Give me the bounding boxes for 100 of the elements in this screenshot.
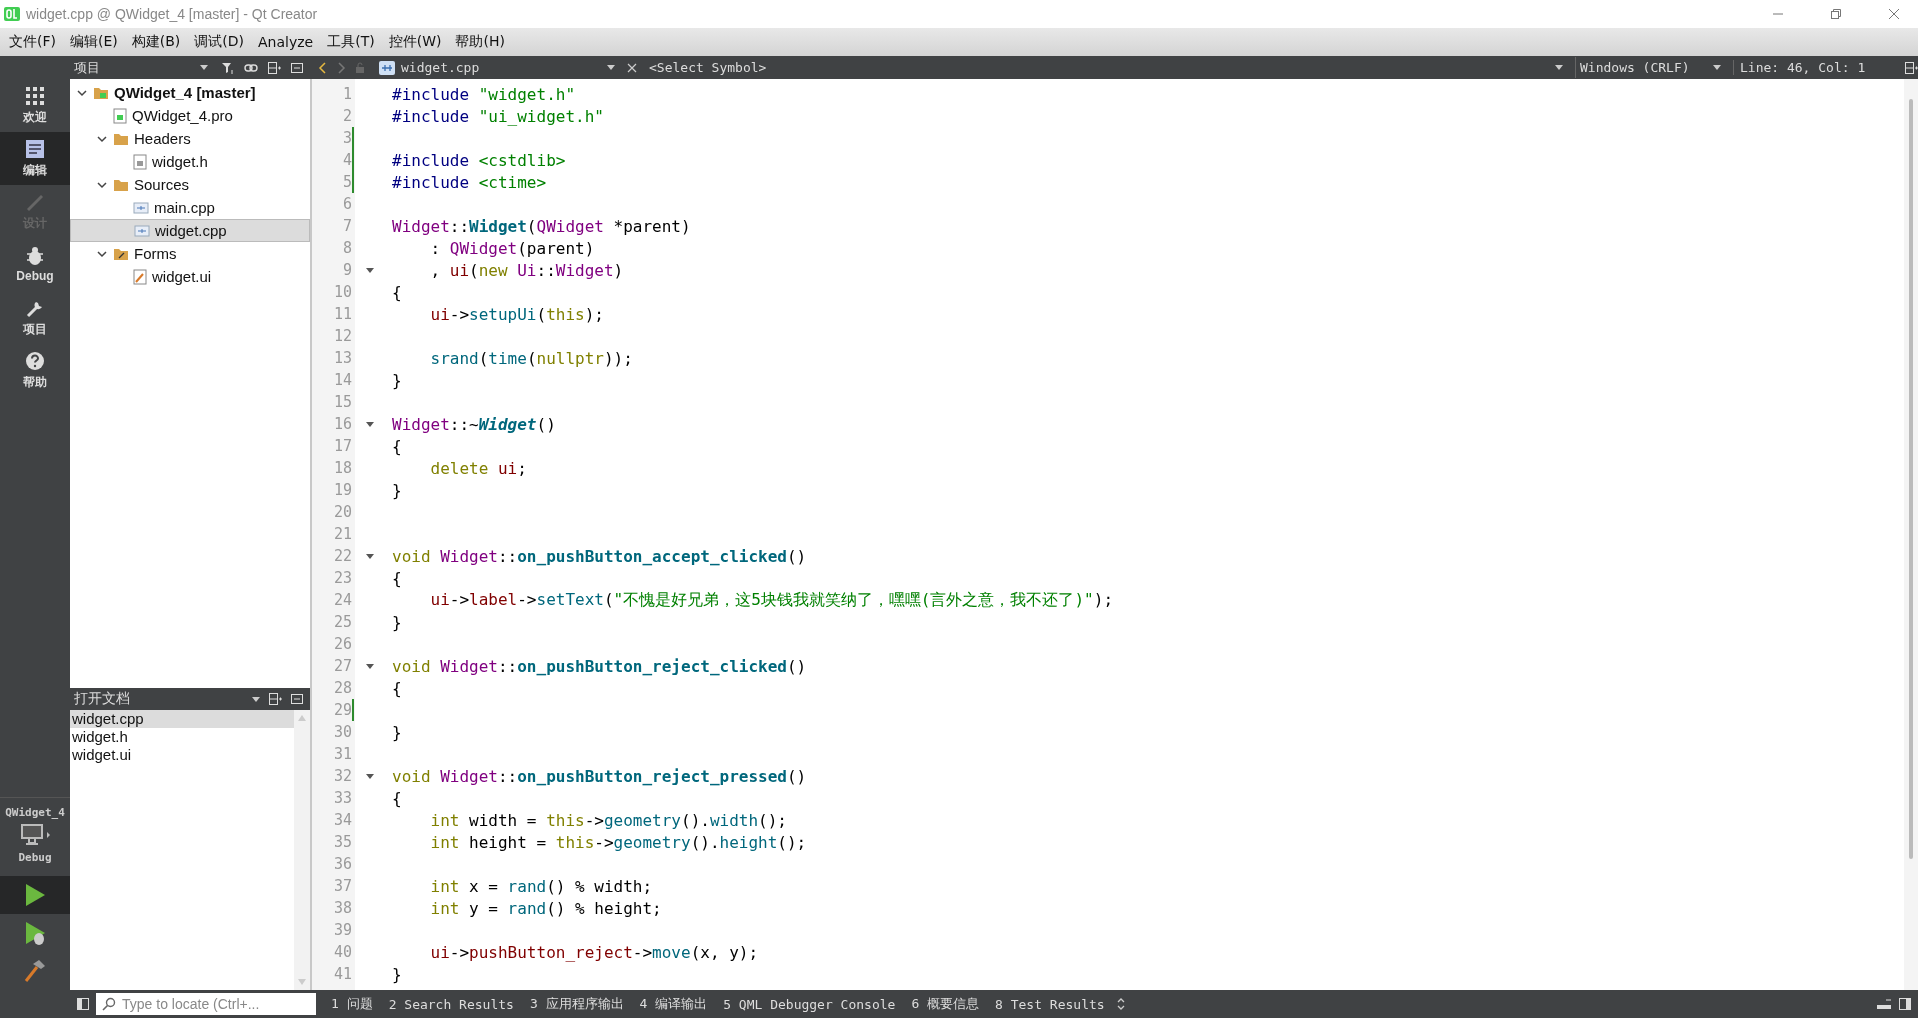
tree-item[interactable]: QWidget_4.pro [70,104,310,127]
document-item[interactable]: widget.cpp [70,710,294,728]
code-line: int height = this->geometry().height(); [429,832,807,852]
line-number: 41 [332,964,352,985]
line-number: 6 [341,194,352,215]
line-ending-selector[interactable]: Windows (CRLF) [1575,57,1725,78]
menu-item[interactable]: 调试(D) [187,31,251,53]
tree-item[interactable]: Headers [70,127,310,150]
output-pane-button[interactable]: 4 编译输出 [634,995,713,1013]
line-number: 8 [341,238,352,259]
symbol-selector[interactable]: <Select Symbol> [645,57,1567,78]
code-line: int x = rand() % width; [429,876,653,896]
line-number: 2 [341,106,352,127]
line-number: 14 [332,370,352,391]
menu-item[interactable]: 工具(T) [320,31,382,53]
filter-icon[interactable] [221,60,235,75]
fold-icon[interactable] [366,773,374,779]
split-icon[interactable] [268,692,282,706]
close-icon[interactable] [1888,8,1900,20]
mode-button[interactable]: 欢迎 [0,79,70,132]
menu-item[interactable]: 控件(W) [381,31,449,53]
line-number: 34 [332,810,352,831]
up-down-arrows-icon[interactable] [1115,997,1126,1011]
fold-icon[interactable] [366,421,374,427]
menu-item[interactable]: 文件(F) [2,31,63,53]
monitor-icon [18,823,52,847]
tree-item[interactable]: main.cpp [70,196,310,219]
code-line: void Widget::on_pushButton_reject_pressed() [391,766,807,786]
line-number: 13 [332,348,352,369]
code-line: { [391,678,402,698]
split-icon[interactable] [267,60,281,75]
tree-item[interactable]: widget.ui [70,265,310,288]
line-number: 4 [341,150,352,171]
menu-item[interactable]: 编辑(E) [63,31,125,53]
dropdown-icon [1555,65,1563,70]
mode-button[interactable]: Debug [0,238,70,291]
output-pane-button[interactable]: 2 Search Results [383,996,519,1012]
mode-button[interactable]: 帮助 [0,344,70,397]
tree-item[interactable]: Forms [70,242,310,265]
close-panel-icon[interactable] [290,60,304,75]
code-line: delete ui; [429,458,527,478]
cpp-file-icon [378,59,396,76]
file-selector[interactable]: widget.cpp [374,57,619,78]
fold-icon[interactable] [366,663,374,669]
code-line: #include <ctime> [391,172,547,192]
code-line: } [391,612,402,632]
line-number: 36 [332,854,352,875]
tree-item[interactable]: Sources [70,173,310,196]
line-number: 10 [332,282,352,303]
line-number: 11 [332,304,352,325]
output-pane-button[interactable]: 8 Test Results [990,996,1110,1012]
fold-icon[interactable] [366,267,374,273]
menu-item[interactable]: Analyze [251,32,321,52]
code-line: Widget::~Widget() [391,414,556,434]
output-pane-button[interactable]: 1 问题 [326,995,378,1013]
panel-title: 打开文档 [74,690,131,708]
line-number: 29 [332,700,352,721]
mode-button[interactable]: 编辑 [0,132,70,185]
close-icon[interactable] [627,62,637,73]
fold-icon[interactable] [366,553,374,559]
app-icon [4,6,20,22]
dropdown-icon [200,65,208,70]
scrollbar[interactable] [1904,79,1918,990]
tree-item[interactable]: widget.h [70,150,310,173]
line-number: 15 [332,392,352,413]
document-item[interactable]: widget.h [70,728,294,746]
output-pane-button[interactable]: 3 应用程序输出 [524,995,629,1013]
grid-icon [24,85,46,106]
line-number: 18 [332,458,352,479]
split-icon[interactable] [1904,60,1918,75]
menu-item[interactable]: 帮助(H) [448,31,512,53]
document-icon [24,138,46,159]
close-panel-icon[interactable] [290,692,304,706]
output-pane-button[interactable]: 6 概要信息 [906,995,985,1013]
search-icon [102,997,116,1011]
dropdown-icon [607,65,615,70]
progress-icon[interactable] [1876,997,1892,1011]
play-bug-icon [23,920,47,946]
dropdown-icon [1713,65,1721,70]
dropdown-icon[interactable] [252,696,260,702]
tree-item[interactable]: QWidget_4 [master] [70,81,310,104]
output-pane-button[interactable]: 5 QML Debugger Console [718,996,901,1012]
sidebar-toggle-icon[interactable] [1898,997,1912,1011]
sidebar-toggle-icon[interactable] [76,997,90,1011]
code-line: Widget::Widget(QWidget *parent) [391,216,691,236]
menu-item[interactable]: 构建(B) [124,31,188,53]
document-item[interactable]: widget.ui [70,746,294,764]
play-icon [23,882,47,908]
panel-selector[interactable]: 项目 [70,57,212,78]
run-button[interactable] [0,876,70,914]
code-line: srand(time(nullptr)); [429,348,633,368]
line-number: 25 [332,612,352,633]
locator-field[interactable]: Type to locate (Ctrl+... [96,993,316,1015]
code-line: void Widget::on_pushButton_accept_clicked() [391,546,807,566]
tree-item[interactable]: widget.cpp [70,219,310,242]
code-line: } [391,722,402,742]
line-number: 21 [332,524,352,545]
restore-icon[interactable] [1830,8,1842,20]
mode-button[interactable]: 项目 [0,291,70,344]
cursor-position[interactable]: Line: 46, Col: 1 [1733,60,1896,75]
